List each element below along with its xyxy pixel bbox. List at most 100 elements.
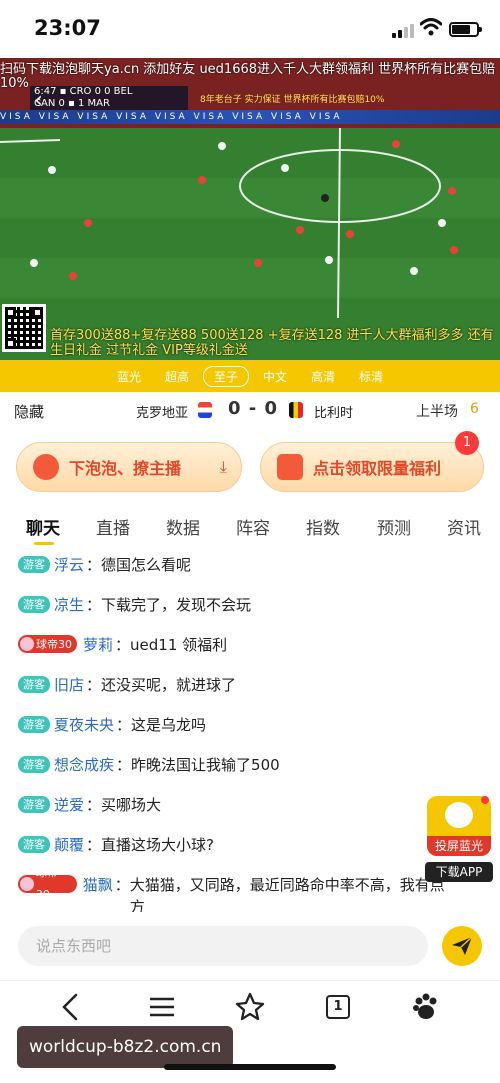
- chat-text: 下载完了，发现不会玩: [101, 596, 252, 614]
- quality-option[interactable]: 中文: [253, 367, 297, 386]
- match-minute: 6: [470, 401, 479, 417]
- sponsor-strip: VISA VISA VISA VISA VISA VISA VISA VISA …: [0, 110, 500, 124]
- browser-toolbar: 1: [0, 980, 500, 1032]
- active-tab-indicator: [34, 542, 54, 545]
- match-info-bar: 隐藏 克罗地亚 0 - 0 比利时 上半场 6: [0, 392, 500, 428]
- quality-option[interactable]: 蓝光: [107, 367, 151, 386]
- chat-list[interactable]: 游客 浮云： 德国怎么看呢 游客 凉生： 下载完了，发现不会玩 球帝30 萝莉：…: [0, 548, 500, 912]
- chat-nick[interactable]: 颠覆: [54, 834, 84, 855]
- ticker-text-2: 10%: [0, 76, 29, 91]
- tab-chat[interactable]: 聊天: [26, 514, 60, 539]
- chat-text: 还没买呢，就进球了: [101, 676, 237, 694]
- gift-icon: [277, 454, 303, 480]
- tab-news[interactable]: 资讯: [447, 514, 481, 539]
- notification-badge: 1: [455, 431, 479, 455]
- chat-nick[interactable]: 凉生: [54, 594, 84, 615]
- chat-text: 昨晚法国让我输了500: [131, 756, 280, 774]
- chat-message: 游客 想念成疾： 昨晚法国让我输了500: [18, 754, 478, 775]
- app-mascot-icon: [445, 802, 473, 828]
- watermark-url: worldcup-b8z2.com.cn: [17, 1026, 234, 1068]
- red-dot-icon: [481, 796, 489, 804]
- tab-prediction[interactable]: 预测: [377, 514, 411, 539]
- tab-odds[interactable]: 指数: [306, 514, 340, 539]
- battery-icon: [449, 22, 482, 37]
- croatia-flag-icon: [198, 402, 212, 418]
- chat-text: 买哪场大: [101, 796, 162, 814]
- content-tabs: 聊天 直播 数据 阵容 指数 预测 资讯: [0, 508, 500, 545]
- guest-tag: 游客: [18, 836, 50, 853]
- tab-data[interactable]: 数据: [166, 514, 200, 539]
- tab-count-button[interactable]: 1: [326, 995, 350, 1019]
- guest-tag: 游客: [18, 796, 50, 813]
- chat-message: 游客 旧店： 还没买呢，就进球了: [18, 674, 478, 695]
- menu-icon[interactable]: [146, 991, 178, 1023]
- level-tag: 球帝30: [18, 635, 77, 653]
- crown-icon: [20, 877, 34, 891]
- chat-message: 球帝30 萝莉： ued11 领福利: [18, 634, 478, 655]
- download-icon: ⤓: [219, 457, 227, 476]
- chat-text: ued11 领福利: [130, 636, 228, 654]
- send-button[interactable]: [442, 926, 482, 966]
- chat-nick[interactable]: 夏夜未央: [54, 714, 114, 735]
- chat-input[interactable]: [18, 926, 428, 966]
- tab-live[interactable]: 直播: [96, 514, 130, 539]
- chat-message: 游客 颠覆： 直播这场大小球?: [18, 834, 478, 855]
- chat-message: 球帝30 猫飘： 大猫猫，又同路，最近同路命中率不高，我有点方: [18, 866, 458, 912]
- signal-icon: [392, 22, 414, 38]
- chat-text: 这是乌龙吗: [131, 716, 207, 734]
- home-team-name: 克罗地亚: [136, 406, 189, 421]
- chat-message: 游客 浮云： 德国怎么看呢: [18, 554, 478, 575]
- send-icon: [452, 936, 473, 955]
- chat-nick[interactable]: 萝莉: [83, 634, 113, 655]
- qr-code: [2, 304, 46, 352]
- tab-lineup[interactable]: 阵容: [236, 514, 270, 539]
- chat-nick[interactable]: 猫飘: [83, 874, 113, 896]
- chat-message: 游客 凉生： 下载完了，发现不会玩: [18, 594, 478, 615]
- chat-text: 大猫猫，又同路，最近同路命中率不高，我有点方: [129, 876, 445, 912]
- quality-selector: 蓝光 超高 至子 中文 高清 标清: [0, 360, 500, 392]
- guest-tag: 游客: [18, 756, 50, 773]
- chat-input-row: [0, 920, 500, 972]
- chat-message: 游客 夏夜未央： 这是乌龙吗: [18, 714, 478, 735]
- quality-option[interactable]: 标清: [349, 367, 393, 386]
- chat-message: 游客 逆爱： 买哪场大: [18, 794, 478, 815]
- paw-icon[interactable]: [410, 991, 442, 1023]
- chat-nick[interactable]: 想念成疾: [54, 754, 114, 775]
- guest-tag: 游客: [18, 596, 50, 613]
- guest-tag: 游客: [18, 716, 50, 733]
- match-score: 0 - 0: [228, 398, 279, 419]
- chat-nick[interactable]: 浮云: [54, 554, 84, 575]
- scorebox-row: 6:47 ▪ CRO 0 0 BEL: [34, 86, 133, 97]
- chat-nick[interactable]: 旧店: [54, 674, 84, 695]
- quality-option[interactable]: 高清: [301, 367, 345, 386]
- chat-text: 直播这场大小球?: [101, 836, 214, 854]
- quality-option-active[interactable]: 至子: [202, 365, 249, 387]
- promo-text: 首存300送88+复存送88 500送128 +复存送128 进千人大群福利多多…: [50, 328, 494, 358]
- overlay-ad-text: 8年老台子 实力保证 世界杯所有比赛包赔10%: [200, 95, 385, 105]
- claim-benefits-button[interactable]: 点击领取限量福利: [260, 442, 484, 492]
- claim-benefits-label: 点击领取限量福利: [313, 459, 442, 478]
- chat-with-host-button[interactable]: 下泡泡、撩主播 ⤓: [16, 442, 242, 492]
- wifi-icon: [420, 18, 442, 36]
- cast-label[interactable]: 投屏蓝光: [427, 836, 491, 856]
- quality-option[interactable]: 超高: [155, 367, 199, 386]
- level-tag: 球帝30: [18, 866, 77, 901]
- belgium-flag-icon: [289, 402, 303, 418]
- home-indicator[interactable]: [164, 1064, 336, 1070]
- match-period: 上半场: [416, 404, 458, 420]
- star-icon[interactable]: [234, 991, 266, 1023]
- broadcast-scorebox: 6:47 ▪ CRO 0 0 BEL CAN 0 ▪ 1 MAR: [30, 86, 188, 110]
- guest-tag: 游客: [18, 556, 50, 573]
- hide-button[interactable]: 隐藏: [14, 401, 44, 422]
- download-app-button[interactable]: 下载APP: [425, 862, 493, 882]
- back-icon[interactable]: [56, 991, 88, 1023]
- video-player[interactable]: VISA VISA VISA VISA VISA VISA VISA VISA …: [0, 58, 500, 360]
- away-team-name: 比利时: [314, 406, 354, 421]
- crown-icon: [20, 637, 34, 651]
- back-arrow-icon[interactable]: ‹: [34, 88, 43, 113]
- ticker-text: 扫码下载泡泡聊天ya.cn 添加好友 ued1668进入千人大群领福利 世界杯所…: [0, 62, 496, 77]
- chat-nick[interactable]: 逆爱: [54, 794, 84, 815]
- status-bar: 23:07: [0, 0, 500, 58]
- chat-with-host-label: 下泡泡、撩主播: [69, 459, 182, 478]
- chat-text: 德国怎么看呢: [101, 556, 192, 574]
